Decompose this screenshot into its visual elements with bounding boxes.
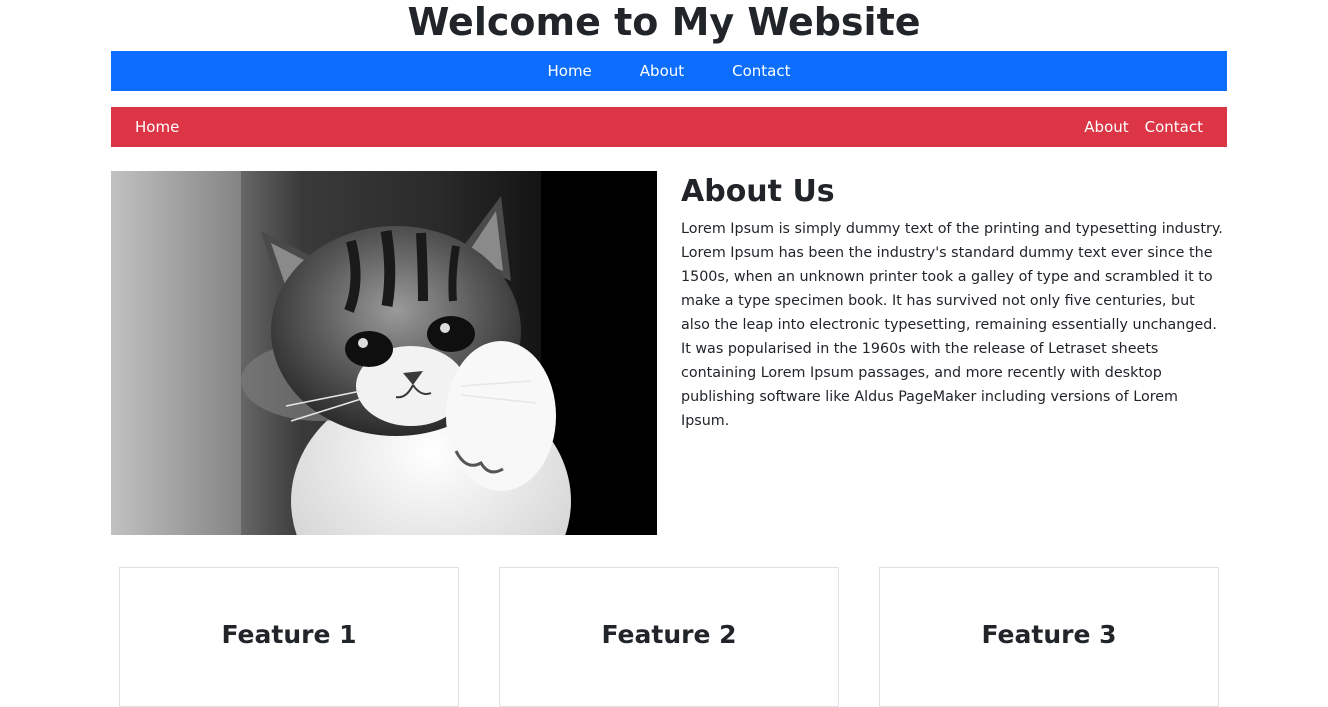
feature-title: Feature 1 — [221, 620, 357, 649]
nav-link-about[interactable]: About — [640, 62, 684, 80]
secondary-nav-link-about[interactable]: About — [1084, 118, 1128, 136]
kitten-illustration — [111, 171, 657, 535]
secondary-nav-right-group: About Contact — [1084, 118, 1203, 136]
nav-link-contact[interactable]: Contact — [732, 62, 790, 80]
feature-title: Feature 3 — [981, 620, 1117, 649]
secondary-nav-link-contact[interactable]: Contact — [1145, 118, 1203, 136]
feature-card-2: Feature 2 — [499, 567, 839, 707]
primary-nav: Home About Contact — [111, 51, 1227, 91]
secondary-nav: Home About Contact — [111, 107, 1227, 147]
feature-card-1: Feature 1 — [119, 567, 459, 707]
secondary-nav-link-home[interactable]: Home — [135, 118, 179, 136]
about-heading: About Us — [681, 174, 835, 209]
nav-link-home[interactable]: Home — [547, 62, 591, 80]
feature-title: Feature 2 — [601, 620, 737, 649]
page-title: Welcome to My Website — [407, 0, 921, 44]
hero-kitten-image — [111, 171, 657, 535]
about-body-text: Lorem Ipsum is simply dummy text of the … — [681, 221, 1223, 429]
feature-card-3: Feature 3 — [879, 567, 1219, 707]
